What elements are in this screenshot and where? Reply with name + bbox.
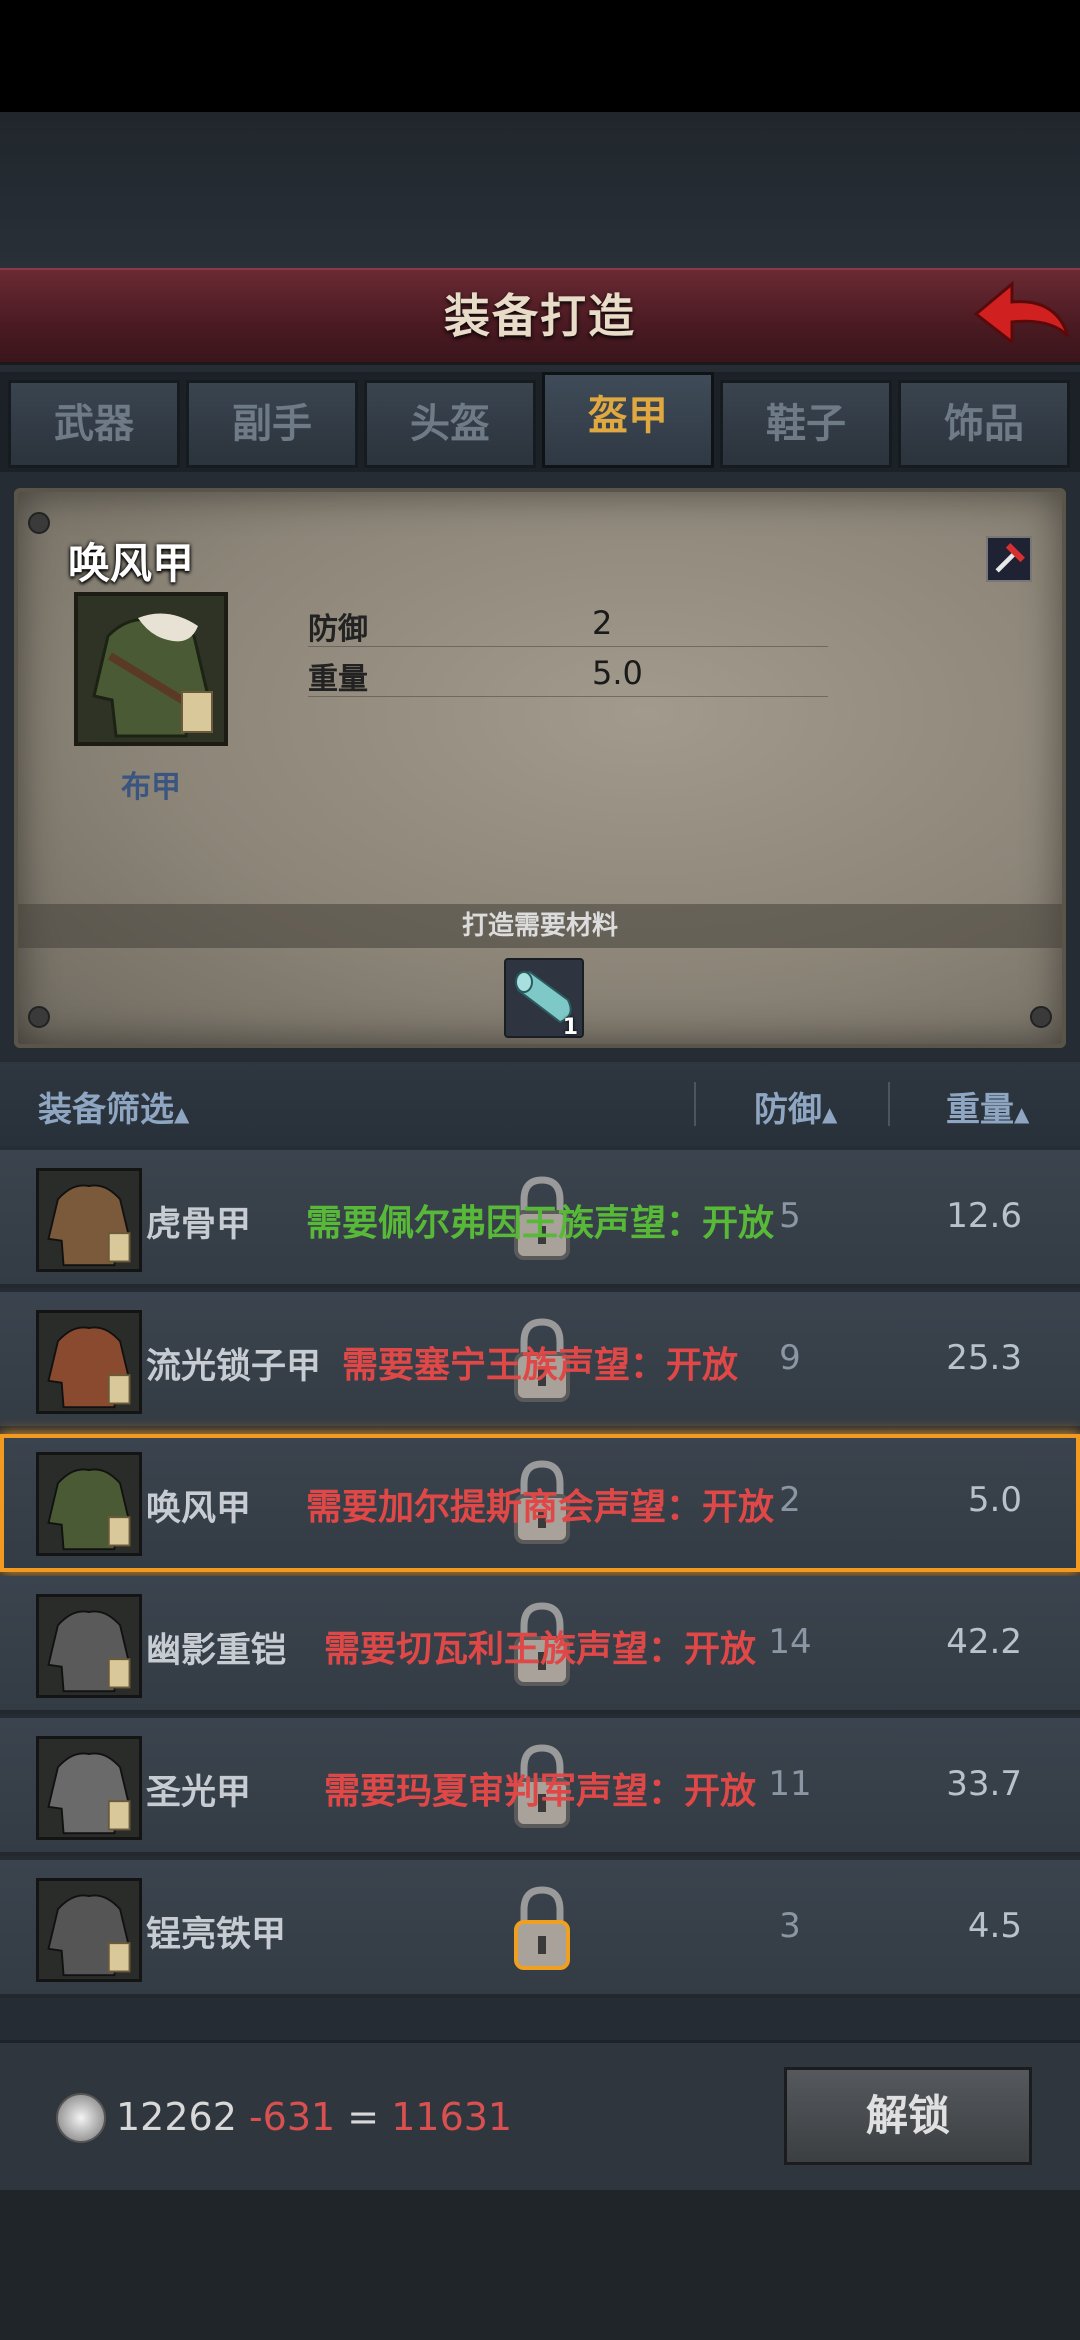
reputation-requirement: 需要切瓦利王族声望：开放 (324, 1629, 757, 1670)
rivet (28, 1006, 50, 1028)
hammer-icon[interactable] (986, 536, 1032, 582)
reputation-requirement: 需要玛夏审判军声望：开放 (324, 1771, 757, 1812)
tab-weapon[interactable]: 武器 (8, 380, 180, 468)
stat-label: 防御 (308, 612, 368, 647)
item-name: 唤风甲 (68, 539, 195, 588)
tab-offhand[interactable]: 副手 (186, 380, 358, 468)
item-type-label: 布甲 (121, 770, 181, 805)
armor-name: 幽影重铠 (146, 1631, 287, 1671)
armor-list-row[interactable]: 虎骨甲 需要佩尔弗因王族声望：开放 5 12.6 (0, 1150, 1080, 1288)
remaining-balance: 11631 (379, 2095, 513, 2139)
unlock-button[interactable]: 解锁 (784, 2067, 1032, 2165)
tab-accessory[interactable]: 饰品 (898, 380, 1070, 468)
rivet (28, 512, 50, 534)
armor-weight: 25.3 (946, 1338, 1022, 1378)
rivet (1030, 1006, 1052, 1028)
armor-weight: 33.7 (946, 1764, 1022, 1804)
materials-header: 打造需要材料 (18, 904, 1062, 948)
page-title: 装备打造 (444, 289, 636, 343)
tab-shoes[interactable]: 鞋子 (720, 380, 892, 468)
stat-row-defense: 防御 2 (308, 598, 828, 647)
reputation-requirement: 需要塞宁王族声望：开放 (342, 1345, 739, 1386)
armor-defense: 11 (768, 1764, 812, 1804)
equals-sign: = (347, 2095, 380, 2139)
tab-helmet[interactable]: 头盔 (364, 380, 536, 468)
armor-list-row[interactable]: 锃亮铁甲 3 4.5 (0, 1860, 1080, 1998)
filter-sort-defense[interactable]: 防御▲ (754, 1082, 837, 1131)
status-bar (0, 0, 1080, 112)
lock-icon (514, 1886, 570, 1970)
divider (888, 1082, 890, 1126)
armor-defense: 2 (779, 1480, 801, 1520)
armor-icon (36, 1594, 142, 1698)
current-balance: 12262 (116, 2095, 237, 2139)
armor-icon (36, 1310, 142, 1414)
armor-name: 圣光甲 (146, 1773, 252, 1813)
armor-defense: 14 (768, 1622, 812, 1662)
stat-value: 5.0 (592, 654, 643, 692)
item-portrait (74, 592, 228, 746)
material-slot[interactable]: 1 (504, 958, 584, 1040)
stat-value: 2 (592, 604, 613, 642)
armor-name: 唤风甲 (146, 1489, 252, 1529)
armor-list-row[interactable]: 圣光甲 需要玛夏审判军声望：开放 11 33.7 (0, 1718, 1080, 1856)
armor-weight: 5.0 (967, 1480, 1022, 1520)
filter-bar: 装备筛选▲ 防御▲ 重量▲ (0, 1062, 1080, 1146)
armor-list-row[interactable]: 流光锁子甲 需要塞宁王族声望：开放 9 25.3 (0, 1292, 1080, 1430)
armor-name: 虎骨甲 (146, 1205, 252, 1245)
armor-icon (36, 1878, 142, 1982)
armor-defense: 5 (779, 1196, 801, 1236)
bottom-background (0, 2190, 1080, 2340)
armor-icon (36, 1168, 142, 1272)
back-arrow-icon[interactable] (972, 276, 1072, 356)
unlock-cost: -631 (236, 2095, 348, 2139)
filter-sort-name[interactable]: 装备筛选▲ (38, 1082, 189, 1131)
tab-armor[interactable]: 盔甲 (542, 372, 714, 468)
currency-calculation: 12262 -631 = 11631 (116, 2095, 512, 2139)
title-bar: 装备打造 (0, 268, 1080, 365)
armor-defense: 3 (779, 1906, 801, 1946)
item-detail-panel: 唤风甲 布甲 防御 2 重量 5.0 打造需要材料 1 (14, 488, 1066, 1048)
filter-sort-weight[interactable]: 重量▲ (946, 1082, 1029, 1131)
stat-row-weight: 重量 5.0 (308, 648, 828, 697)
armor-weight: 4.5 (967, 1906, 1022, 1946)
armor-defense: 9 (779, 1338, 801, 1378)
armor-weight: 12.6 (946, 1196, 1022, 1236)
armor-icon (78, 596, 224, 742)
stat-label: 重量 (308, 662, 368, 697)
armor-name: 流光锁子甲 (146, 1347, 322, 1387)
armor-list-row[interactable]: 唤风甲 需要加尔提斯商会声望：开放 2 5.0 (0, 1434, 1080, 1572)
armor-icon (36, 1736, 142, 1840)
armor-name: 锃亮铁甲 (146, 1915, 287, 1955)
material-count: 1 (562, 1015, 578, 1040)
category-tabs: 武器 副手 头盔 盔甲 鞋子 饰品 (0, 372, 1080, 472)
reputation-requirement: 需要佩尔弗因王族声望：开放 (306, 1203, 775, 1244)
armor-list-row[interactable]: 幽影重铠 需要切瓦利王族声望：开放 14 42.2 (0, 1576, 1080, 1714)
silver-coin-icon (56, 2093, 106, 2143)
armor-icon (36, 1452, 142, 1556)
background-panel (0, 112, 1080, 272)
divider (694, 1082, 696, 1126)
reputation-requirement: 需要加尔提斯商会声望：开放 (306, 1487, 775, 1528)
bottom-bar: 12262 -631 = 11631 解锁 (0, 2040, 1080, 2193)
armor-weight: 42.2 (946, 1622, 1022, 1662)
